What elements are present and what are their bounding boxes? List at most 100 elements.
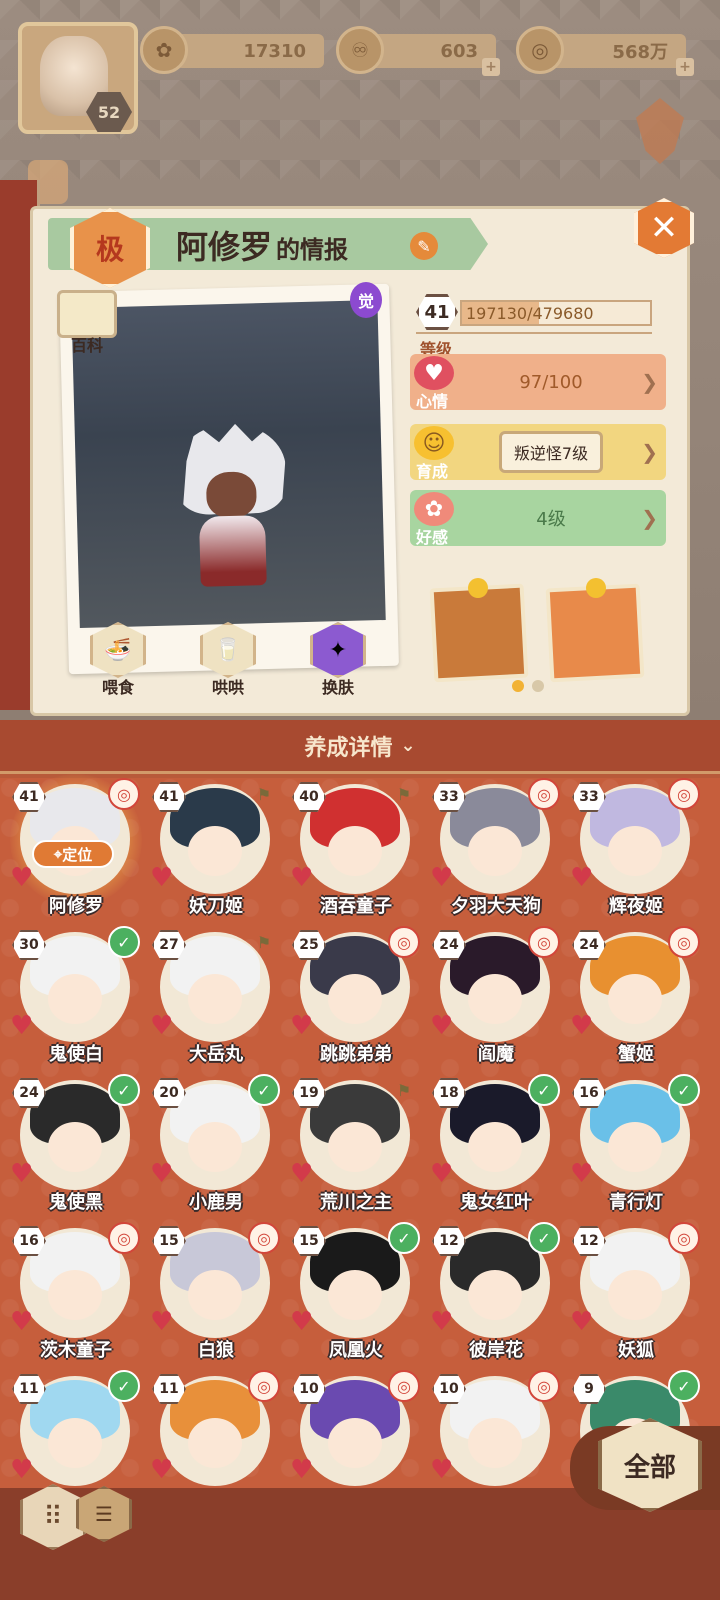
character-name-label: 蟹姬 <box>618 1044 654 1065</box>
portrait-face <box>328 826 382 876</box>
character-card[interactable]: 19 ♥ ⚑ 荒川之主 <box>286 1074 426 1224</box>
character-card[interactable]: 41 ♥ ⚑ 妖刀姬 <box>146 778 286 928</box>
check-icon: ✓ <box>248 1074 280 1106</box>
growth-detail-toggle[interactable]: 养成详情 ⌄ <box>0 720 720 774</box>
mood-row[interactable]: ♥ 心情 97/100 ❯ <box>410 354 666 411</box>
character-card[interactable]: 24 ♥ ◎ 阎魔 <box>426 926 566 1076</box>
portrait-face <box>608 1122 662 1172</box>
character-card[interactable]: 33 ♥ ◎ 夕羽大天狗 <box>426 778 566 928</box>
character-card[interactable]: 18 ♥ ✓ 鬼女红叶 <box>426 1074 566 1224</box>
status-ring-icon: ◎ <box>528 1370 560 1402</box>
portrait-face <box>188 826 242 876</box>
character-name-label: 鬼使白 <box>49 1044 103 1065</box>
heart-icon: ♥ <box>430 1307 454 1337</box>
status-ring-icon: ◎ <box>668 778 700 810</box>
growth-row[interactable]: ☺ 育成 叛逆怪7级 ❯ <box>410 424 666 481</box>
character-name-label: 彼岸花 <box>469 1340 523 1361</box>
affection-row[interactable]: ✿ 好感 4级 ❯ <box>410 490 666 547</box>
portrait-face <box>468 826 522 876</box>
character-card[interactable]: 12 ♥ ✓ 彼岸花 <box>426 1222 566 1372</box>
character-card[interactable]: 12 ♥ ◎ 妖狐 <box>566 1222 706 1372</box>
affection-value: 4级 <box>536 509 566 530</box>
skin-icon: ✦ <box>310 622 366 678</box>
character-name-label: 小鹿男 <box>189 1192 243 1213</box>
character-name-label: 夕羽大天狗 <box>451 896 541 917</box>
check-icon: ✓ <box>528 1074 560 1106</box>
mystery-card[interactable] <box>545 583 645 683</box>
check-icon: ✓ <box>108 926 140 958</box>
heart-icon: ♥ <box>150 1455 174 1485</box>
food-card[interactable] <box>429 583 529 683</box>
portrait-face <box>468 1270 522 1320</box>
heart-icon: ♥ <box>10 1011 34 1041</box>
heart-icon: ♥ <box>10 1159 34 1189</box>
status-ring-icon: ◎ <box>528 926 560 958</box>
mood-label: 心情 <box>416 392 449 411</box>
coin-icon: ◎ <box>516 26 564 74</box>
character-card[interactable]: 24 ♥ ✓ 鬼使黑 <box>6 1074 146 1224</box>
portrait-face <box>48 974 102 1024</box>
character-card[interactable]: 40 ♥ ⚑ 酒吞童子 <box>286 778 426 928</box>
portrait-face <box>468 1122 522 1172</box>
character-card[interactable]: 33 ♥ ◎ 辉夜姬 <box>566 778 706 928</box>
awaken-badge: 觉 <box>350 282 382 318</box>
bowl-icon: 🍜 <box>90 622 146 678</box>
character-card[interactable]: 15 ♥ ◎ 白狼 <box>146 1222 286 1372</box>
edit-name-icon[interactable]: ✎ <box>410 232 438 260</box>
heart-icon: ♥ <box>414 356 454 390</box>
pin-icon <box>586 578 606 598</box>
chevron-down-icon: ⌄ <box>400 735 416 756</box>
flag-icon: ⚑ <box>396 784 412 804</box>
check-icon: ✓ <box>668 1370 700 1402</box>
heart-icon: ♥ <box>10 1307 34 1337</box>
check-icon: ✓ <box>108 1074 140 1106</box>
portrait-face <box>328 1418 382 1468</box>
character-name-label: 青行灯 <box>609 1192 663 1213</box>
character-grid: 41 ♥ ◎ ⌖ 定位 阿修罗 41 ♥ ⚑ 妖刀姬 40 ♥ ⚑ 酒吞童子 33 ♥ ◎ 夕羽大天狗 33 ♥ ◎ 辉夜… <box>0 774 720 1488</box>
portrait-face <box>48 1418 102 1468</box>
carousel-dot[interactable] <box>532 680 544 692</box>
heart-icon: ♥ <box>150 863 174 893</box>
character-name-label: 鬼女红叶 <box>460 1192 532 1213</box>
growth-value: 叛逆怪7级 <box>498 431 604 473</box>
character-card[interactable]: 24 ♥ ◎ 蟹姬 <box>566 926 706 1076</box>
character-card[interactable]: 15 ♥ ✓ 凤凰火 <box>286 1222 426 1372</box>
smile-flower-icon: ☺ <box>414 426 454 460</box>
exp-text: 197130/479680 <box>466 303 594 323</box>
change-skin-button[interactable]: ✦ 换肤 <box>302 622 374 697</box>
status-ring-icon: ◎ <box>388 926 420 958</box>
level-row: 41 197130/479680 <box>416 294 652 334</box>
lucky-charm-icon: ✿ <box>140 26 188 74</box>
heart-icon: ♥ <box>150 1307 174 1337</box>
character-name-label: 鬼使黑 <box>49 1192 103 1213</box>
carousel-dot[interactable] <box>512 680 524 692</box>
portrait-face <box>48 1122 102 1172</box>
chevron-right-icon: ❯ <box>641 506 658 530</box>
character-name-label: 白狼 <box>198 1340 234 1361</box>
portrait-face <box>188 1122 242 1172</box>
character-name-label: 辉夜姬 <box>609 896 663 917</box>
feed-button[interactable]: 🍜 喂食 <box>82 622 154 697</box>
heart-icon: ♥ <box>290 1011 314 1041</box>
title-suffix: 的情报 <box>276 236 349 264</box>
grid-icon: ⠿ <box>43 1502 63 1532</box>
character-card[interactable]: 27 ♥ ⚑ 大岳丸 <box>146 926 286 1076</box>
locate-button[interactable]: ⌖ 定位 <box>32 840 114 868</box>
add-coin-button[interactable]: + <box>676 58 694 76</box>
character-card[interactable]: 20 ♥ ✓ 小鹿男 <box>146 1074 286 1224</box>
add-fish-coin-button[interactable]: + <box>482 58 500 76</box>
character-card[interactable]: 41 ♥ ◎ ⌖ 定位 阿修罗 <box>6 774 146 928</box>
growth-label: 育成 <box>416 462 449 481</box>
character-card[interactable]: 25 ♥ ◎ 跳跳弟弟 <box>286 926 426 1076</box>
character-name-label: 凤凰火 <box>329 1340 383 1361</box>
exp-bar: 197130/479680 <box>460 300 652 326</box>
character-card[interactable]: 16 ♥ ◎ 茨木童子 <box>6 1222 146 1372</box>
character-card[interactable]: 30 ♥ ✓ 鬼使白 <box>6 926 146 1076</box>
character-card[interactable]: 16 ♥ ✓ 青行灯 <box>566 1074 706 1224</box>
character-name-label: 妖刀姬 <box>189 896 243 917</box>
heart-icon: ♥ <box>430 1159 454 1189</box>
comfort-button[interactable]: 🥛 哄哄 <box>192 622 264 697</box>
growth-detail-label: 养成详情 <box>304 735 393 761</box>
wiki-button[interactable]: 百科 <box>52 290 122 366</box>
check-icon: ✓ <box>528 1222 560 1254</box>
